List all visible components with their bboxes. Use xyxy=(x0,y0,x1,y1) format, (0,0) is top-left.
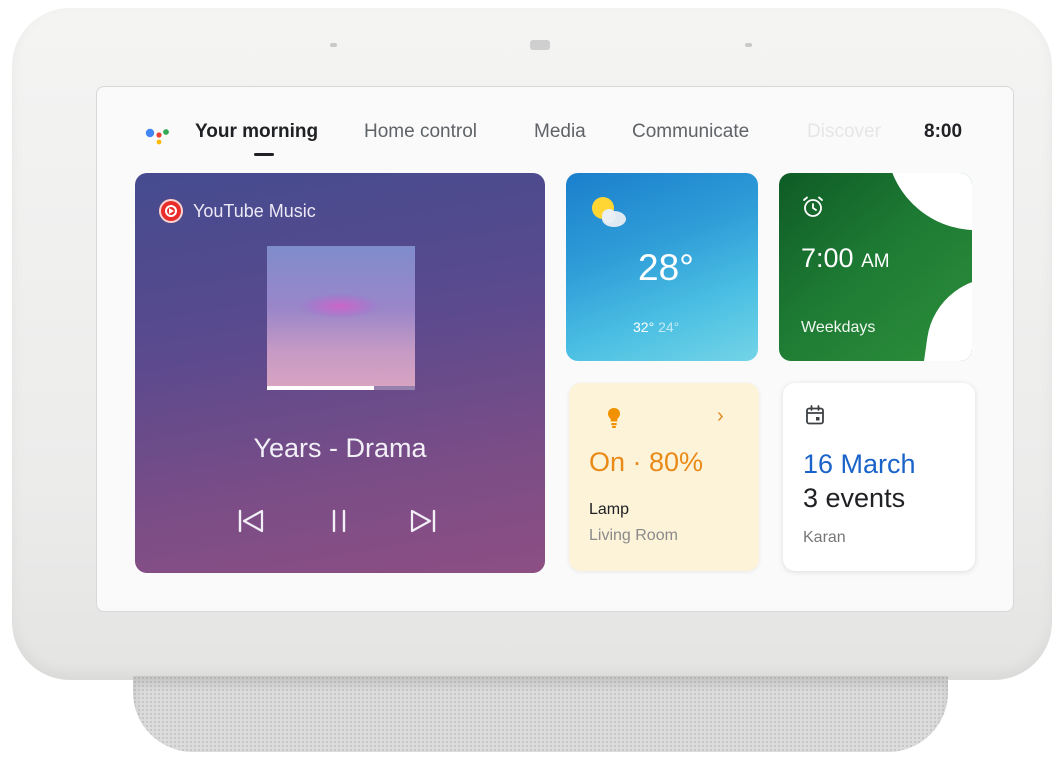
partly-sunny-icon xyxy=(592,197,626,227)
alarm-card[interactable]: 7:00 AM Weekdays xyxy=(779,173,972,361)
ambient-light-sensor xyxy=(530,40,550,50)
previous-icon[interactable] xyxy=(231,505,271,537)
lamp-status: On · 80% xyxy=(589,447,704,477)
pause-icon[interactable] xyxy=(319,505,359,537)
active-tab-indicator xyxy=(254,153,274,156)
track-title: Years - Drama xyxy=(253,433,427,463)
smart-display-device: Your morning Home control Media Communic… xyxy=(12,8,1052,680)
chevron-right-icon[interactable]: › xyxy=(717,405,724,428)
lightbulb-icon xyxy=(608,408,620,428)
next-icon[interactable] xyxy=(403,505,443,537)
music-player-card[interactable]: YouTube Music Years - Drama xyxy=(135,173,545,573)
calendar-card[interactable]: 16 March 3 events Karan xyxy=(783,383,975,571)
tab-discover[interactable]: Discover xyxy=(807,121,881,143)
tab-communicate[interactable]: Communicate xyxy=(632,121,749,143)
display-screen: Your morning Home control Media Communic… xyxy=(96,86,1014,612)
youtube-music-icon xyxy=(159,199,183,223)
leaf-decoration xyxy=(921,268,972,361)
album-art[interactable] xyxy=(267,246,415,386)
music-service-name: YouTube Music xyxy=(193,201,316,221)
temperature-high: 32° xyxy=(633,319,655,335)
tab-your-morning[interactable]: Your morning xyxy=(195,121,318,143)
microphone-hole-left xyxy=(330,43,337,47)
speaker-fabric-base xyxy=(133,676,948,752)
playback-progress-fill xyxy=(267,386,374,390)
device-room: Living Room xyxy=(589,527,678,544)
alarm-time-value: 7:00 xyxy=(801,243,854,273)
album-art-cloud xyxy=(301,294,379,318)
alarm-repeat: Weekdays xyxy=(801,319,876,336)
tab-media[interactable]: Media xyxy=(534,121,586,143)
calendar-icon xyxy=(806,405,824,425)
device-name: Lamp xyxy=(589,501,630,518)
calendar-event-count: 3 events xyxy=(803,483,906,513)
temperature-low: 24° xyxy=(658,319,680,335)
calendar-date: 16 March xyxy=(803,449,916,479)
current-temperature: 28° xyxy=(638,247,694,288)
weather-card[interactable]: 28° 32° 24° xyxy=(566,173,758,361)
tab-home-control[interactable]: Home control xyxy=(364,121,477,143)
leaf-decoration xyxy=(886,173,972,240)
microphone-hole-right xyxy=(745,43,752,47)
calendar-owner: Karan xyxy=(803,529,846,546)
temperature-range: 32° 24° xyxy=(633,319,679,335)
lamp-card[interactable]: › On · 80% Lamp Living Room xyxy=(569,383,759,571)
google-assistant-icon[interactable] xyxy=(145,125,171,145)
alarm-clock-icon xyxy=(803,196,823,217)
clock-time: 8:00 xyxy=(924,121,963,142)
alarm-time: 7:00 AM xyxy=(801,243,890,274)
alarm-ampm: AM xyxy=(861,251,890,272)
